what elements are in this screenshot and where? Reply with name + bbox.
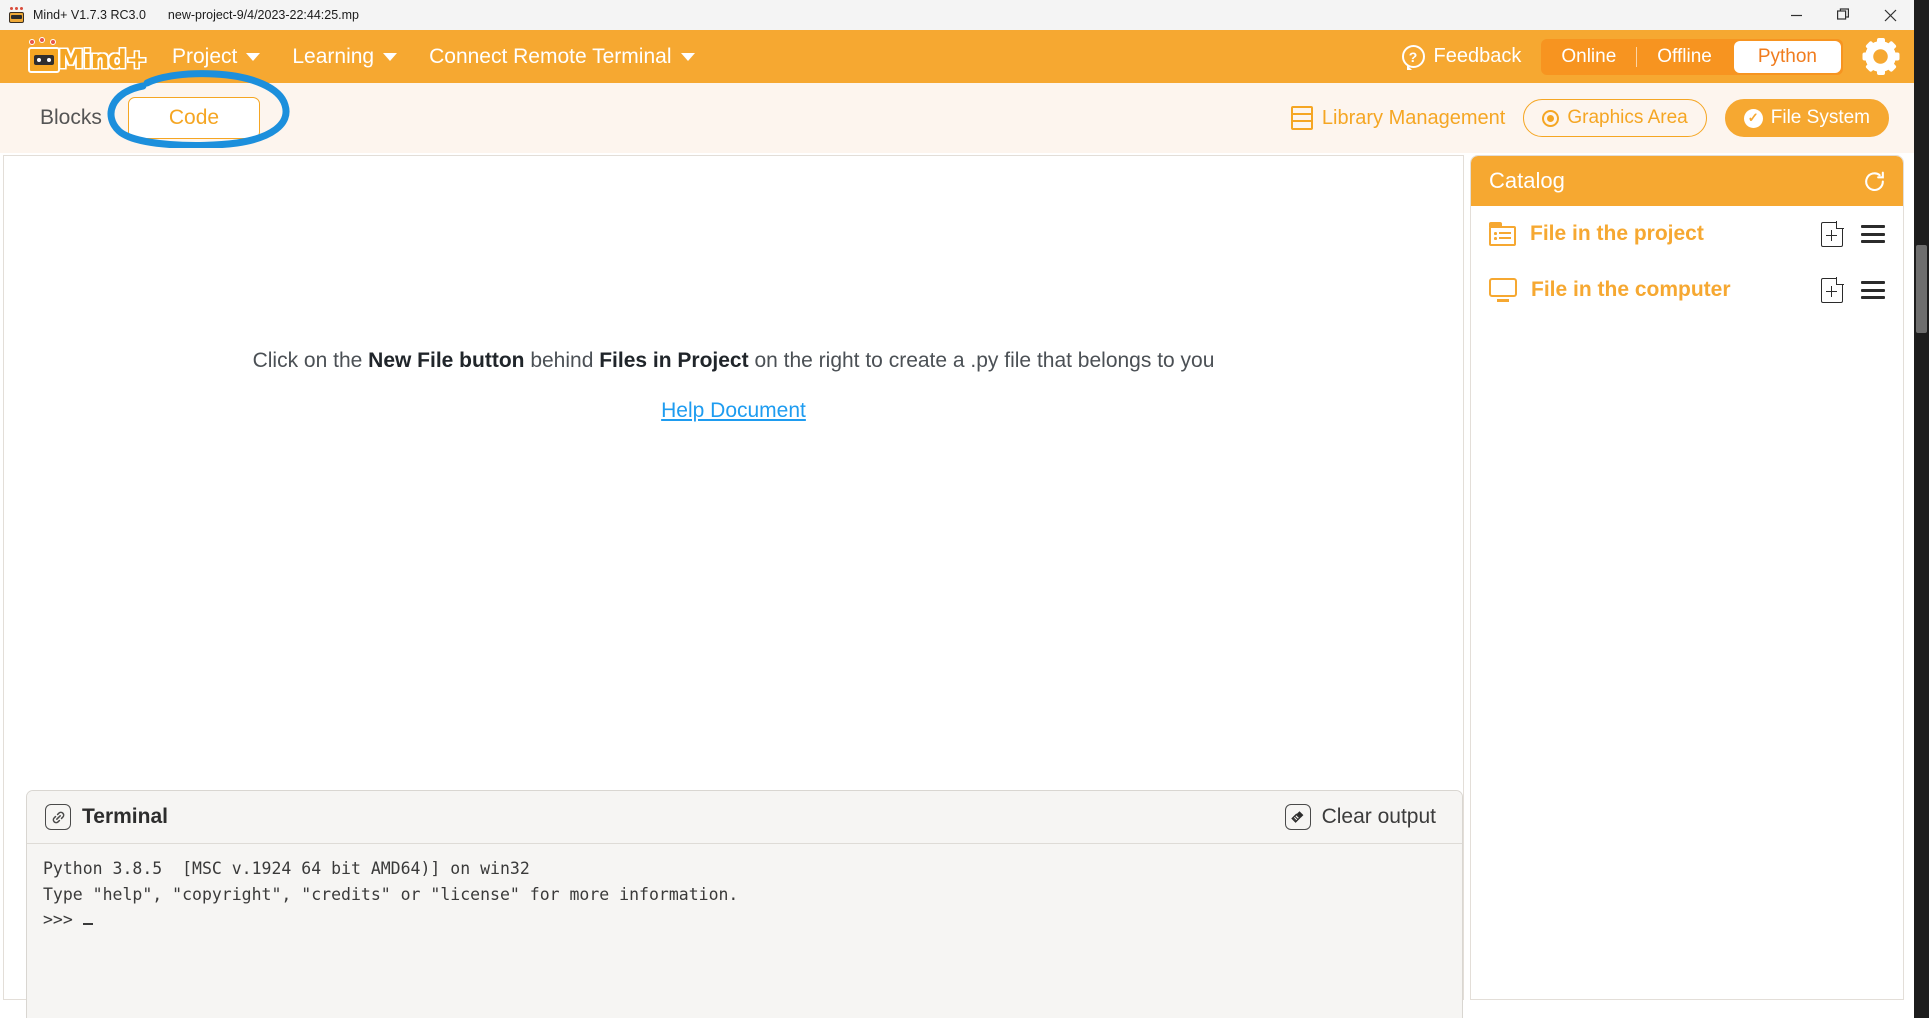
file-system-label: File System: [1771, 107, 1870, 129]
question-mark-icon: ?: [1402, 45, 1425, 68]
refresh-icon[interactable]: [1862, 169, 1887, 194]
help-document-link[interactable]: Help Document: [661, 399, 806, 423]
new-file-icon[interactable]: [1821, 222, 1843, 247]
empty-state-placeholder: Click on the New File button behind File…: [4, 156, 1463, 616]
tab-code[interactable]: Code: [128, 97, 260, 139]
file-system-button[interactable]: ✓ File System: [1725, 99, 1889, 137]
folder-list-icon: [1489, 222, 1516, 246]
window-controls: [1773, 0, 1914, 30]
menu-item-connect-remote-terminal[interactable]: Connect Remote Terminal: [413, 39, 710, 75]
mindplus-logo: Mind+: [24, 37, 134, 77]
mode-tabs: Blocks Code: [14, 97, 260, 139]
catalog-row-actions: [1821, 222, 1885, 247]
mindplus-app-icon: [8, 7, 25, 24]
editor-toolbar: Blocks Code Library Management Graphics …: [0, 83, 1914, 153]
close-button[interactable]: [1867, 0, 1914, 30]
menu-item-label: Project: [172, 45, 237, 69]
library-management-label: Library Management: [1322, 107, 1505, 130]
placeholder-part1: Click on the: [253, 349, 369, 372]
placeholder-bold-files-in-project: Files in Project: [599, 349, 748, 372]
app-title: Mind+ V1.7.3 RC3.0: [33, 8, 146, 22]
title-bar: Mind+ V1.7.3 RC3.0 new-project-9/4/2023-…: [0, 0, 1914, 30]
feedback-button[interactable]: ? Feedback: [1402, 45, 1522, 68]
mode-offline-button[interactable]: Offline: [1637, 39, 1732, 75]
tab-blocks[interactable]: Blocks: [14, 98, 128, 138]
toolbar-right: Library Management Graphics Area ✓ File …: [1291, 83, 1914, 153]
monitor-icon: [1489, 278, 1517, 302]
radio-dot-icon: [1542, 110, 1559, 127]
graphics-area-label: Graphics Area: [1567, 107, 1687, 129]
gear-icon[interactable]: [1865, 41, 1896, 72]
clear-output-label: Clear output: [1322, 805, 1436, 829]
mode-online-button[interactable]: Online: [1541, 39, 1636, 75]
terminal-line: Python 3.8.5 [MSC v.1924 64 bit AMD64)] …: [43, 859, 530, 878]
catalog-row-file-in-the-project[interactable]: File in the project: [1471, 206, 1903, 262]
chevron-down-icon: [681, 53, 695, 61]
menu-item-project[interactable]: Project: [156, 39, 276, 75]
main-menu-bar: Mind+ Project Learning Connect Remote Te…: [0, 30, 1914, 83]
hamburger-menu-icon[interactable]: [1861, 281, 1885, 299]
catalog-header: Catalog: [1471, 156, 1903, 206]
menu-bar-right: ? Feedback Online Offline Python: [1402, 30, 1915, 83]
chevron-down-icon: [246, 53, 260, 61]
code-editor-area: Click on the New File button behind File…: [3, 155, 1464, 1000]
vertical-scrollbar[interactable]: [1916, 245, 1927, 333]
project-name: new-project-9/4/2023-22:44:25.mp: [168, 8, 359, 22]
menu-item-label: Learning: [292, 45, 374, 69]
connection-mode-toggle: Online Offline Python: [1541, 39, 1843, 75]
catalog-title: Catalog: [1489, 168, 1565, 194]
window-right-gutter: [1914, 0, 1929, 1018]
broom-icon: [1285, 804, 1311, 830]
check-circle-icon: ✓: [1744, 109, 1763, 128]
clear-output-button[interactable]: Clear output: [1271, 798, 1450, 836]
title-bar-left: Mind+ V1.7.3 RC3.0 new-project-9/4/2023-…: [0, 7, 359, 24]
menu-item-label: Connect Remote Terminal: [429, 45, 671, 69]
hamburger-menu-icon[interactable]: [1861, 225, 1885, 243]
chevron-down-icon: [383, 53, 397, 61]
terminal-line: >>>: [43, 910, 83, 929]
application-window: Mind+ V1.7.3 RC3.0 new-project-9/4/2023-…: [0, 0, 1914, 1018]
mode-python-button[interactable]: Python: [1734, 41, 1841, 73]
library-management-button[interactable]: Library Management: [1291, 106, 1505, 130]
terminal-line: Type "help", "copyright", "credits" or "…: [43, 885, 738, 904]
menu-items: Project Learning Connect Remote Terminal: [156, 39, 711, 75]
catalog-row-file-in-the-computer[interactable]: File in the computer: [1471, 262, 1903, 318]
library-icon: [1291, 106, 1313, 130]
feedback-label: Feedback: [1434, 45, 1522, 68]
terminal-title-group: Terminal: [45, 804, 168, 830]
link-chain-icon: [45, 804, 71, 830]
placeholder-bold-new-file-button: New File button: [368, 349, 524, 372]
placeholder-message: Click on the New File button behind File…: [253, 349, 1215, 373]
restore-button[interactable]: [1820, 0, 1867, 30]
terminal-cursor: [83, 923, 93, 925]
placeholder-part3: on the right to create a .py file that b…: [749, 349, 1215, 372]
menu-item-learning[interactable]: Learning: [276, 39, 413, 75]
new-file-icon[interactable]: [1821, 278, 1843, 303]
terminal-header: Terminal Clear output: [27, 791, 1462, 844]
catalog-row-actions: [1821, 278, 1885, 303]
logo-wordmark: Mind+: [58, 45, 147, 75]
catalog-panel: Catalog File in the project: [1470, 155, 1904, 1000]
graphics-area-button[interactable]: Graphics Area: [1523, 99, 1706, 137]
catalog-row-label: File in the project: [1530, 222, 1704, 246]
terminal-panel: Terminal Clear output Python 3.8.5 [MSC …: [26, 790, 1463, 1018]
catalog-row-label: File in the computer: [1531, 278, 1731, 302]
terminal-title: Terminal: [82, 805, 168, 829]
placeholder-part2: behind: [524, 349, 599, 372]
terminal-output[interactable]: Python 3.8.5 [MSC v.1924 64 bit AMD64)] …: [27, 844, 1462, 945]
minimize-button[interactable]: [1773, 0, 1820, 30]
